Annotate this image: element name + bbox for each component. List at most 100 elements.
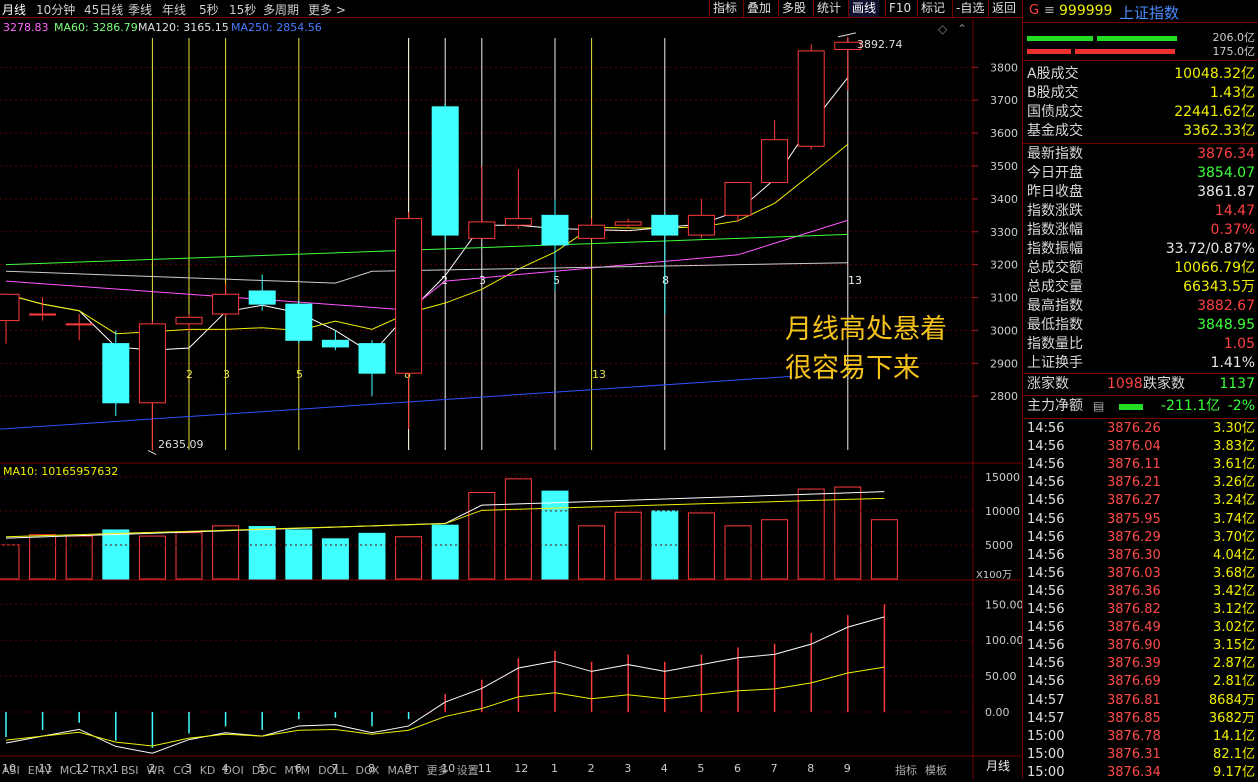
price-tick-label: 3800 [990, 61, 1018, 74]
tick-row[interactable]: 14:56 3876.29 3.70亿 [1027, 529, 1255, 547]
index-row: 最高指数 3882.67 [1027, 297, 1255, 316]
tick-row[interactable]: 14:56 3876.03 3.68亿 [1027, 565, 1255, 583]
volume-bar [138, 535, 166, 580]
tick-time: 14:56 [1027, 638, 1065, 654]
volume-tick-label: 10000 [985, 505, 1020, 518]
kline-chart[interactable]: 3278.83 MA60: 3286.79 MA120: 3165.15 MA2… [0, 0, 1022, 779]
index-value: 3848.95 [1197, 317, 1255, 333]
tick-time: 15:00 [1027, 764, 1065, 780]
tick-volume: 3.24亿 [1213, 493, 1255, 509]
candle-body [248, 290, 276, 305]
bottom-tab[interactable]: MTM [284, 764, 310, 777]
quote-panel: G ≡ 999999 上证指数 206.0亿 175.0亿 A股成交 10048.… [1022, 0, 1258, 782]
collapse-icon[interactable]: ⌃ [957, 22, 967, 36]
btn-template[interactable]: 模板 [925, 762, 947, 778]
flow-bar-green-2 [1097, 36, 1177, 41]
bottom-tab[interactable]: DOLL [318, 764, 347, 777]
mainflow-value: -211.1亿 [1161, 398, 1221, 414]
volume-bar [541, 490, 569, 580]
price-tick-label: 3300 [990, 226, 1018, 239]
bottom-tab[interactable]: MACT [387, 764, 418, 777]
candle-body [541, 214, 569, 246]
tick-time: 14:56 [1027, 511, 1065, 527]
flow-bar2-value: 175.0亿 [1212, 45, 1256, 58]
bottom-tab[interactable]: KD [200, 764, 216, 777]
tick-volume: 3.02亿 [1213, 620, 1255, 636]
tick-time: 14:56 [1027, 475, 1065, 491]
tick-row[interactable]: 15:00 3876.34 9.17亿 [1027, 764, 1255, 782]
tick-row[interactable]: 14:56 3876.30 4.04亿 [1027, 547, 1255, 565]
index-value: 1.05 [1223, 336, 1255, 352]
tick-row[interactable]: 14:57 3876.85 3682万 [1027, 710, 1255, 728]
tick-row[interactable]: 14:56 3876.26 3.30亿 [1027, 420, 1255, 438]
tick-row[interactable]: 14:56 3876.11 3.61亿 [1027, 456, 1255, 474]
bottom-tab[interactable]: MCL [60, 764, 83, 777]
bottom-tab[interactable]: CCI [173, 764, 192, 777]
bottom-tab[interactable]: ASI [2, 764, 20, 777]
tick-time: 14:56 [1027, 602, 1065, 617]
tick-volume: 3682万 [1208, 710, 1255, 726]
volume-bar [285, 529, 313, 580]
tick-row[interactable]: 14:56 3876.82 3.12亿 [1027, 601, 1255, 619]
table-icon[interactable]: ▤ [1093, 397, 1104, 416]
bottom-tab[interactable]: DOI [223, 764, 243, 777]
volume-bar [0, 544, 20, 580]
tick-time: 14:56 [1027, 674, 1065, 690]
volume-bar [65, 535, 93, 580]
bottom-tab[interactable]: 设置 [457, 764, 479, 777]
tick-row[interactable]: 14:57 3876.81 8684万 [1027, 692, 1255, 710]
tick-time: 14:56 [1027, 457, 1065, 473]
tick-row[interactable]: 14:56 3875.95 3.74亿 [1027, 511, 1255, 529]
fib-label: 2 [186, 368, 193, 381]
bottom-tab[interactable]: TRX [91, 764, 113, 777]
tick-price: 3876.39 [1107, 656, 1161, 672]
tick-price: 3875.95 [1107, 511, 1161, 527]
index-value: 1.41% [1210, 355, 1255, 371]
tick-price: 3876.31 [1107, 746, 1161, 762]
ma-line-green [5, 233, 848, 266]
tick-volume: 8684万 [1208, 692, 1255, 708]
menu-icon[interactable]: ≡ [1044, 3, 1055, 18]
tick-price: 3876.90 [1107, 638, 1161, 654]
bottom-tab[interactable]: DOX [355, 764, 379, 777]
price-tick-label: 3500 [990, 160, 1018, 173]
price-tick-label: 3100 [990, 292, 1018, 305]
tick-row[interactable]: 14:56 3876.69 2.81亿 [1027, 673, 1255, 691]
bottom-tab[interactable]: BSI [121, 764, 139, 777]
index-value: 10066.79亿 [1174, 260, 1255, 276]
tick-price: 3876.49 [1107, 620, 1161, 636]
volume-bar [578, 525, 606, 580]
tick-price: 3876.34 [1107, 764, 1161, 780]
down-count-label: 跌家数 [1143, 376, 1185, 392]
bottom-tab[interactable]: WR [147, 764, 166, 777]
tick-row[interactable]: 14:56 3876.04 3.83亿 [1027, 438, 1255, 456]
tick-row[interactable]: 14:56 3876.21 3.26亿 [1027, 474, 1255, 492]
index-row: 上证换手 1.41% [1027, 354, 1255, 373]
tick-volume: 3.83亿 [1213, 439, 1255, 455]
tick-volume: 3.42亿 [1213, 583, 1255, 599]
candle-body [504, 218, 532, 226]
tick-row[interactable]: 14:56 3876.27 3.24亿 [1027, 492, 1255, 510]
bottom-tab[interactable]: EMV [28, 764, 52, 777]
price-tick-label: 3200 [990, 259, 1018, 272]
fib-label: 13 [592, 368, 606, 381]
down-count: 1137 [1219, 376, 1255, 392]
diamond-icon[interactable]: ◇ [938, 22, 948, 36]
market-row: 基金成交 3362.33亿 [1027, 122, 1255, 141]
bottom-tab[interactable]: DDC [252, 764, 277, 777]
tick-row[interactable]: 15:00 3876.31 82.1亿 [1027, 746, 1255, 764]
tick-row[interactable]: 14:56 3876.90 3.15亿 [1027, 637, 1255, 655]
tick-row[interactable]: 14:56 3876.39 2.87亿 [1027, 655, 1255, 673]
tick-row[interactable]: 15:00 3876.78 14.1亿 [1027, 728, 1255, 746]
fib-label: 13 [848, 274, 862, 287]
fib-label: 5 [296, 368, 303, 381]
candle-body [0, 293, 20, 322]
tick-row[interactable]: 14:56 3876.36 3.42亿 [1027, 583, 1255, 601]
bottom-tab[interactable]: 更多 [427, 764, 449, 777]
candle-body [138, 323, 166, 404]
tick-row[interactable]: 14:56 3876.49 3.02亿 [1027, 619, 1255, 637]
btn-indicator-bottom[interactable]: 指标 [895, 762, 917, 778]
volume-bar [431, 524, 459, 580]
index-row: 指数量比 1.05 [1027, 335, 1255, 354]
volume-bar [395, 536, 423, 580]
